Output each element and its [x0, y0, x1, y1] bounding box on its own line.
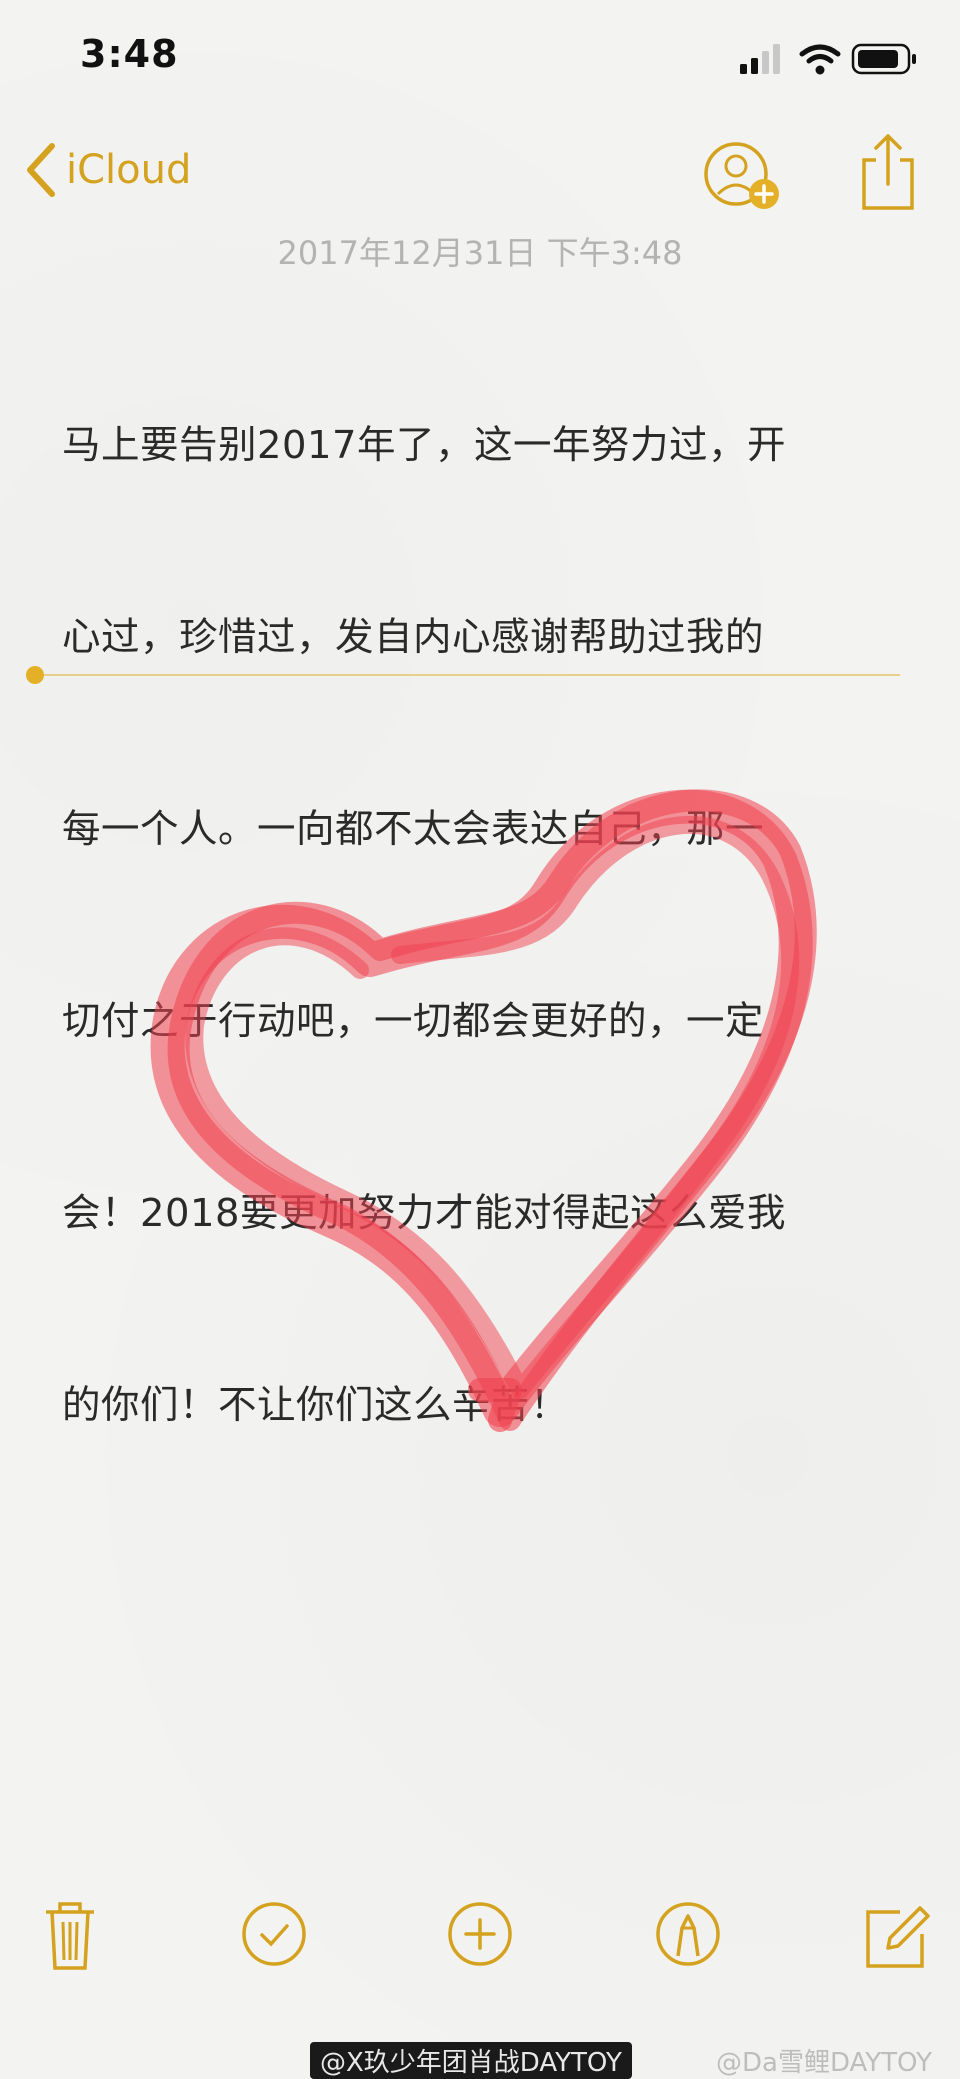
- share-button[interactable]: [856, 128, 920, 216]
- add-icon: [448, 1902, 512, 1966]
- watermark: @X玖少年团肖战DAYTOY @Da雪鲤DAYTOY: [0, 2042, 960, 2079]
- trash-icon: [46, 1902, 94, 1970]
- markup-icon: [656, 1902, 720, 1966]
- chevron-left-icon: [27, 143, 55, 197]
- back-label: iCloud: [66, 147, 192, 193]
- share-icon: [862, 134, 914, 210]
- note-line: 马上要告别2017年了，这一年努力过，开: [62, 423, 786, 468]
- status-bar: 3:48: [0, 0, 960, 120]
- divider-handle[interactable]: [26, 666, 44, 684]
- wifi-icon: [799, 44, 841, 75]
- add-person-icon: [704, 142, 779, 209]
- drawing-divider: [26, 674, 900, 676]
- watermark-left: @X玖少年团肖战DAYTOY: [310, 2042, 632, 2079]
- checklist-icon: [242, 1902, 306, 1966]
- compose-button[interactable]: [856, 1894, 936, 1974]
- note-line: 心过，珍惜过，发自内心感谢帮助过我的: [62, 615, 765, 660]
- markup-button[interactable]: [648, 1894, 728, 1974]
- checklist-button[interactable]: [234, 1894, 314, 1974]
- nav-bar: iCloud: [0, 120, 960, 220]
- bottom-toolbar: [0, 1894, 960, 1974]
- back-button[interactable]: iCloud: [24, 140, 191, 200]
- status-icons: [740, 42, 920, 75]
- add-button[interactable]: [440, 1894, 520, 1974]
- compose-icon: [866, 1906, 930, 1968]
- watermark-right: @Da雪鲤DAYTOY: [716, 2048, 932, 2078]
- battery-icon: [851, 43, 916, 75]
- status-time: 3:48: [80, 32, 179, 76]
- cellular-signal-icon: [740, 44, 780, 74]
- heart-drawing[interactable]: [140, 770, 900, 1490]
- add-person-button[interactable]: [700, 132, 788, 220]
- delete-button[interactable]: [30, 1894, 110, 1974]
- note-date: 2017年12月31日 下午3:48: [277, 234, 683, 272]
